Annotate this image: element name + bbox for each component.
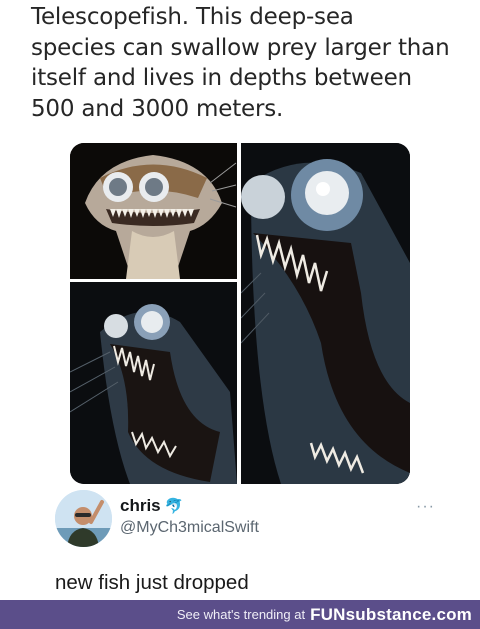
post-caption: Telescopefish. This deep-sea species can… (31, 2, 451, 124)
name-row: chris 🐬 (120, 496, 183, 516)
more-options-icon[interactable]: ··· (416, 498, 435, 516)
footer-text: See what's trending at (176, 607, 306, 622)
tweet-header: chris 🐬 @MyCh3micalSwift ··· (55, 490, 435, 550)
watermark-footer: See what's trending at FUNsubstance.com (0, 600, 480, 629)
caption-line: species can swallow prey larger than (31, 34, 450, 61)
avatar[interactable] (55, 490, 112, 547)
caption-line: 500 and 3000 meters. (31, 95, 284, 122)
photo-collage[interactable] (70, 143, 410, 484)
brand-logo[interactable]: FUNsubstance.com (310, 605, 472, 625)
user-handle[interactable]: @MyCh3micalSwift (120, 519, 259, 537)
tweet-text: new fish just dropped (55, 571, 249, 594)
display-name[interactable]: chris (120, 496, 161, 516)
fish-photo-front[interactable] (70, 143, 237, 279)
fish-photo-side-large[interactable] (241, 143, 410, 484)
caption-line: Telescopefish. This deep-sea (31, 4, 354, 30)
dolphin-icon: 🐬 (164, 497, 184, 515)
fish-photo-side-small[interactable] (70, 282, 237, 484)
caption-line: itself and lives in depths between (31, 65, 412, 91)
